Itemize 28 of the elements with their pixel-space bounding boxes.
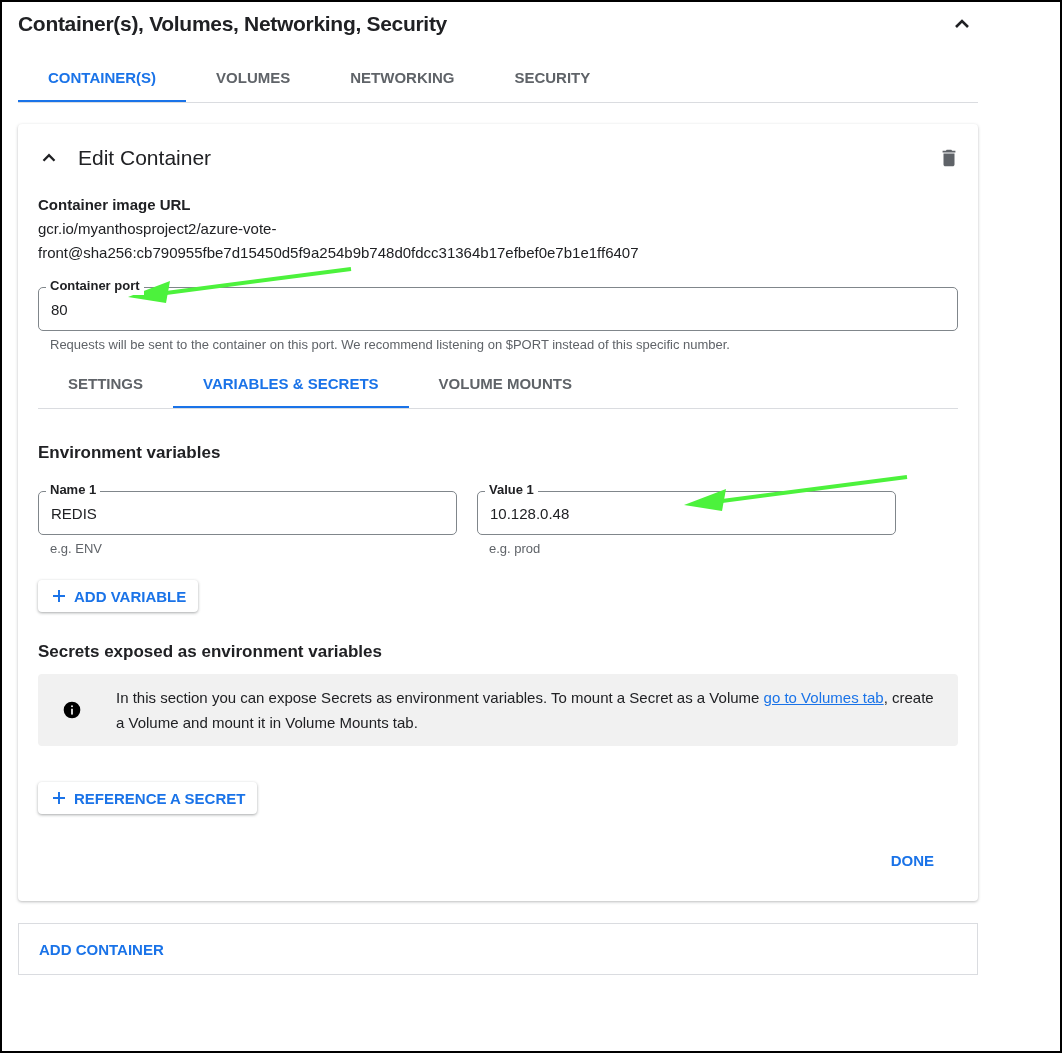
section-heading: Secrets exposed as environment variables	[38, 642, 383, 662]
tab[interactable]: VOLUMES	[186, 56, 321, 102]
tab[interactable]: SETTINGS	[38, 362, 173, 408]
info-icon	[62, 700, 82, 720]
helper-text: e.g. ENV	[49, 540, 104, 556]
card-title: Edit Container	[78, 146, 213, 170]
helper-text: e.g. prod	[488, 540, 542, 556]
container-port-field[interactable]: Container port 80	[38, 277, 958, 331]
done-button[interactable]: DONE	[866, 844, 958, 877]
plus-icon	[50, 789, 68, 807]
volumes-tab-link[interactable]: go to Volumes tab	[763, 689, 884, 706]
tab[interactable]: SECURITY	[484, 56, 621, 102]
info-text: In this section you can expose Secrets as environment variables. To mount a Secret as a Volume go to Volumes tab, create a Volume and mount it in Volume Mounts tab.	[116, 688, 934, 733]
tab[interactable]: VARIABLES & SECRETS	[173, 362, 409, 408]
variable-value-field[interactable]: Value 1 10.128.0.48	[477, 481, 896, 535]
tab[interactable]: VOLUME MOUNTS	[408, 362, 602, 408]
tab[interactable]: CONTAINER(S)	[18, 56, 187, 102]
add-variable-button[interactable]: ADD VARIABLE	[38, 580, 199, 612]
helper-text: Requests will be sent to the container on this port. We recommend listening on $PORT instead of this specific number.	[49, 336, 731, 352]
reference-secret-button[interactable]: REFERENCE A SECRET	[38, 782, 258, 814]
section-title: Container(s), Volumes, Networking, Security	[18, 12, 447, 36]
plus-icon	[50, 587, 68, 605]
section-heading: Environment variables	[38, 443, 222, 463]
field-label: Container image URL	[38, 196, 192, 213]
variable-name-field[interactable]: Name 1 REDIS	[38, 481, 457, 535]
tab[interactable]: NETWORKING	[320, 56, 485, 102]
add-container-button[interactable]: ADD CONTAINER	[27, 932, 176, 966]
image-url: gcr.io/myanthosproject2/azure-vote-front@sha256:cb790955fbe7d15450d5f9a254b9b748d0fdcc31364b17efbef0e7b1e1ff6407	[38, 219, 640, 263]
